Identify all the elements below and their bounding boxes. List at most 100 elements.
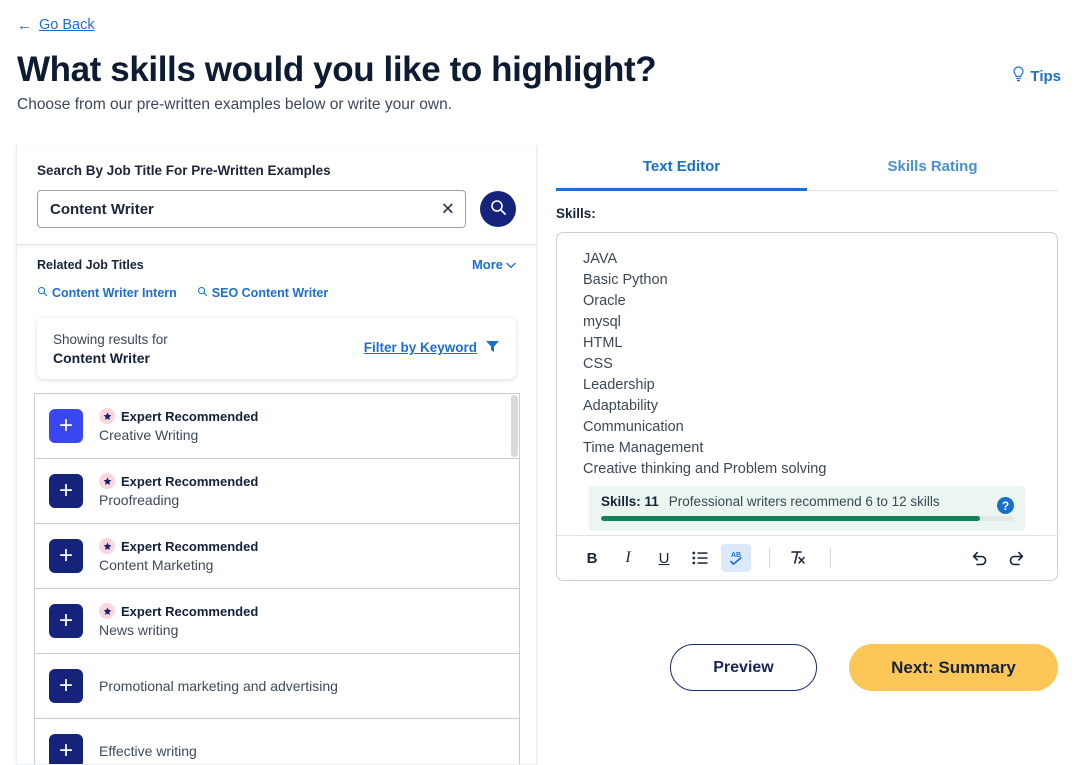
results-list-scrollbar[interactable] [511,394,518,457]
skills-progress-bar [601,516,1013,521]
go-back-label: Go Back [39,17,95,33]
redo-button[interactable] [1001,544,1031,572]
list-item-label: Creative Writing [99,427,199,444]
skills-field-label: Skills: [556,206,596,221]
list-item-label: Promotional marketing and advertising [99,677,338,694]
tips-button[interactable]: Tips [1012,66,1061,86]
skill-line: JAVA [583,251,618,267]
search-icon [197,286,208,300]
search-label: Search By Job Title For Pre-Written Exam… [37,163,331,178]
editor-toolbar: B I U AB [557,535,1057,580]
list-item[interactable]: + Expert Recommended News writing [35,589,519,654]
search-icon [37,286,48,300]
related-job-titles: Related Job Titles More Content Writer I… [17,245,536,300]
skill-line: HTML [583,335,623,351]
status-badge: Expert Recommended [99,408,259,425]
skills-count-meter: Skills: 11 Professional writers recommen… [589,486,1025,531]
list-item-label: Effective writing [99,742,197,759]
search-block: Search By Job Title For Pre-Written Exam… [17,145,536,245]
related-tag-0[interactable]: Content Writer Intern [37,286,177,300]
underline-button[interactable]: U [649,544,679,572]
editor-panel: Text Editor Skills Rating Skills: JAVA B… [556,148,1058,581]
page-subtitle: Choose from our pre-written examples bel… [17,96,453,113]
lightbulb-icon [1012,66,1025,86]
search-input[interactable] [38,191,465,227]
list-item[interactable]: + Expert Recommended Proofreading [35,459,519,524]
related-tag-label: Content Writer Intern [52,286,177,300]
add-skill-button[interactable]: + [49,733,83,764]
add-skill-button[interactable]: + [49,473,83,508]
undo-button[interactable] [965,544,995,572]
skill-line: Time Management [583,440,704,456]
badge-label: Expert Recommended [121,538,259,554]
status-badge: Expert Recommended [99,603,258,620]
go-back-link[interactable]: ← Go Back [17,17,95,33]
add-skill-button[interactable]: + [49,408,83,443]
clear-formatting-button[interactable] [782,544,812,572]
list-item-label: News writing [99,622,179,639]
list-item[interactable]: + Effective writing [35,719,519,764]
filter-by-keyword-button[interactable]: Filter by Keyword [364,339,500,357]
search-icon [490,199,507,219]
tips-label: Tips [1030,67,1061,85]
search-button[interactable] [480,191,516,227]
add-skill-button[interactable]: + [49,668,83,703]
examples-panel: Search By Job Title For Pre-Written Exam… [16,145,537,765]
star-icon [99,473,115,490]
toolbar-divider [830,548,831,568]
status-badge: Expert Recommended [99,538,259,555]
related-tag-1[interactable]: SEO Content Writer [197,286,328,300]
next-summary-button[interactable]: Next: Summary [849,644,1058,691]
editor-content-area[interactable]: JAVA Basic Python Oracle mysql HTML CSS … [557,233,1057,535]
skills-count-hint: Professional writers recommend 6 to 12 s… [668,494,940,509]
list-item[interactable]: + Expert Recommended Content Marketing [35,524,519,589]
skills-count-label: Skills: 11 [601,494,659,509]
funnel-icon [485,339,500,357]
question-mark-icon[interactable]: ? [997,497,1014,514]
skill-line: CSS [583,356,613,372]
list-item[interactable]: + Expert Recommended Creative Writing [35,394,519,459]
filter-label: Filter by Keyword [363,340,477,356]
related-title: Related Job Titles [37,257,144,272]
results-list[interactable]: + Expert Recommended Creative Writing + [34,392,520,764]
list-item[interactable]: + Promotional marketing and advertising [35,654,519,719]
list-item-label: Proofreading [99,492,180,509]
tab-skills-rating[interactable]: Skills Rating [807,148,1058,190]
badge-label: Expert Recommended [121,408,259,424]
skill-line: Oracle [583,293,626,309]
tab-text-editor[interactable]: Text Editor [556,148,807,191]
bullet-list-button[interactable] [685,544,715,572]
bold-button[interactable]: B [577,544,607,572]
add-skill-button[interactable]: + [49,538,83,573]
skill-line: mysql [583,314,621,330]
star-icon [99,603,115,620]
skill-line: Leadership [583,377,655,393]
close-x-icon[interactable]: ✕ [441,201,455,218]
star-icon [99,538,115,555]
chevron-down-icon [506,257,516,272]
list-item-label: Content Marketing [99,557,214,574]
page-title: What skills would you like to highlight? [17,50,657,89]
related-tag-list: Content Writer Intern SEO Content Writer [37,286,516,300]
skill-line: Adaptability [583,398,658,414]
status-badge: Expert Recommended [99,473,259,490]
more-button[interactable]: More [472,257,516,272]
spellcheck-button[interactable]: AB [721,544,751,572]
editor-tabs: Text Editor Skills Rating [556,148,1058,191]
related-tag-label: SEO Content Writer [211,286,329,300]
skill-line: Creative thinking and Problem solving [583,461,827,477]
add-skill-button[interactable]: + [49,603,83,638]
badge-label: Expert Recommended [121,473,259,489]
arrow-left-icon: ← [17,16,32,34]
more-label: More [471,257,503,272]
showing-results-card: Showing results for Content Writer Filte… [37,318,516,379]
action-buttons: Preview Next: Summary [556,644,1058,691]
search-field[interactable]: ✕ [37,190,466,228]
skill-line: Communication [583,419,684,435]
preview-button[interactable]: Preview [670,644,817,691]
skills-text-editor[interactable]: JAVA Basic Python Oracle mysql HTML CSS … [556,232,1058,581]
toolbar-divider [769,548,770,568]
skills-progress-fill [601,516,981,521]
italic-button[interactable]: I [613,544,643,572]
showing-results-label: Showing results for [53,332,168,347]
